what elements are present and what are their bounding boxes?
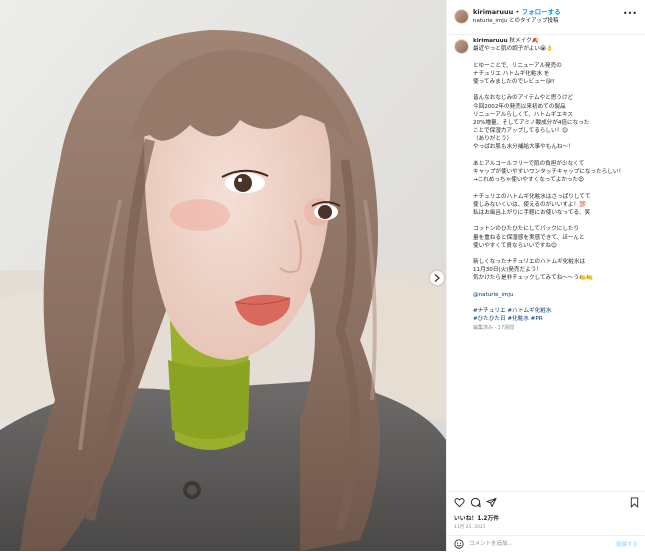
comment-icon[interactable] xyxy=(470,497,481,508)
caption-first-line: 秋メイク🍂 xyxy=(509,38,539,44)
heart-icon[interactable] xyxy=(454,497,465,508)
caption-line: ことで保湿力アップしてるらしい！😊 xyxy=(473,128,568,135)
caption-line: キャップが使いやすいワンタッチキャップになったらしい！ xyxy=(473,169,625,175)
action-bar xyxy=(447,491,645,510)
avatar[interactable] xyxy=(454,9,469,24)
caption-line xyxy=(473,250,641,258)
hashtag-line[interactable]: #ひたひた日 #化粧水 #PR xyxy=(473,315,641,323)
comment-bar: 投稿する xyxy=(447,535,645,552)
post-photo[interactable] xyxy=(0,0,446,551)
next-photo-button[interactable] xyxy=(430,271,444,285)
caption-line: →これめっちゃ使いやすくなってよかった😍 xyxy=(473,177,584,184)
chevron-right-icon xyxy=(434,274,440,282)
caption-line: 20%増量、そしてアミノ酸成分が4倍になった xyxy=(473,119,590,126)
post-date: 11月 25, 2021 xyxy=(454,525,486,530)
paid-partnership-label[interactable]: naturie_imju とのタイアップ投稿 xyxy=(473,16,559,24)
caption-username[interactable]: kirimaruuu xyxy=(473,38,508,44)
caption-meta: 編集済み · 17週間 xyxy=(473,324,515,331)
caption-line: （ありがとう） xyxy=(473,136,513,143)
caption-line: 気かけたら是非チェックしてみてね〜〜う🍋🍋 xyxy=(473,275,594,282)
caption-line: 使いやすくて貢ならいいですね😊 xyxy=(473,242,557,249)
caption-line: 使ってみましたのでレビュー😘‼ xyxy=(473,78,554,85)
post-comment-button[interactable]: 投稿する xyxy=(616,540,638,548)
caption-line xyxy=(473,53,641,61)
caption-line: 量を重ねると保湿感を実感できて、ほーんと xyxy=(473,234,585,241)
post-header: kirimaruuu • フォローする naturie_imju とのタイアップ… xyxy=(447,0,645,35)
caption-line xyxy=(473,152,641,160)
caption-line: あとアルコールフリーで肌の負担が少なくて xyxy=(473,160,585,167)
portrait-image xyxy=(0,0,446,551)
caption-line: 皆んなおなじみのアイテムやと思うけど xyxy=(473,95,574,102)
follow-button[interactable]: フォローする xyxy=(522,8,561,16)
caption-line: 11月30日(火)発売だよう！ xyxy=(473,267,542,274)
caption-line: ナチュリエ ハトムギ化粧水 を xyxy=(473,70,550,77)
caption-line xyxy=(473,184,641,192)
caption-line: リニューアルらしくて、ハトムギエキス xyxy=(473,111,573,118)
caption-line xyxy=(473,86,641,94)
header-username-line: kirimaruuu • フォローする xyxy=(473,6,561,16)
mention-link[interactable]: @naturie_imju xyxy=(473,291,641,299)
header-username[interactable]: kirimaruuu xyxy=(473,8,513,16)
caption-avatar[interactable] xyxy=(454,39,469,54)
caption-line xyxy=(473,217,641,225)
caption-line: ナチュリエのハトムギ化粧水はさっぱりしてて xyxy=(473,193,591,200)
caption-line: 最近やっと肌の調子がよい😭👌 xyxy=(473,46,554,53)
caption-line: 新しくなったナチュリエのハトムギ化粧水は xyxy=(473,259,586,266)
like-count[interactable]: いいね！1.2万件 xyxy=(454,513,499,522)
caption-text: kirimaruuu 秋メイク🍂 最近やっと肌の調子がよい😭👌 とゆーことで、リ… xyxy=(473,37,641,332)
instagram-post-window: kirimaruuu • フォローする naturie_imju とのタイアップ… xyxy=(0,0,645,551)
caption-line: コットンのひたひたにしてパックにしたり xyxy=(473,226,580,233)
caption-line: 私はお風呂上がりに手軽にお使いなってる、笑 xyxy=(473,209,591,216)
caption-line: 使しみないくいは、使えるのがいいすよ！💯 xyxy=(473,201,587,208)
bookmark-icon[interactable] xyxy=(629,497,640,508)
more-icon[interactable]: ••• xyxy=(623,9,637,18)
caption-line: 今回2002年の発売以来初めての製品 xyxy=(473,103,566,110)
caption-area: kirimaruuu 秋メイク🍂 最近やっと肌の調子がよい😭👌 とゆーことで、リ… xyxy=(447,34,645,474)
caption-line: やっぱお肌も水分補給大事やもんね～！ xyxy=(473,144,574,151)
hashtag-line[interactable]: #ナチュリエ #ハトムギ化粧水 xyxy=(473,307,641,315)
share-icon[interactable] xyxy=(486,497,497,508)
emoji-icon[interactable] xyxy=(454,539,464,549)
separator-dot: • xyxy=(515,8,520,16)
post-side-panel: kirimaruuu • フォローする naturie_imju とのタイアップ… xyxy=(446,0,645,551)
caption-line: とゆーことで、リニューアル発売の xyxy=(473,62,562,69)
comment-input[interactable] xyxy=(469,538,609,549)
